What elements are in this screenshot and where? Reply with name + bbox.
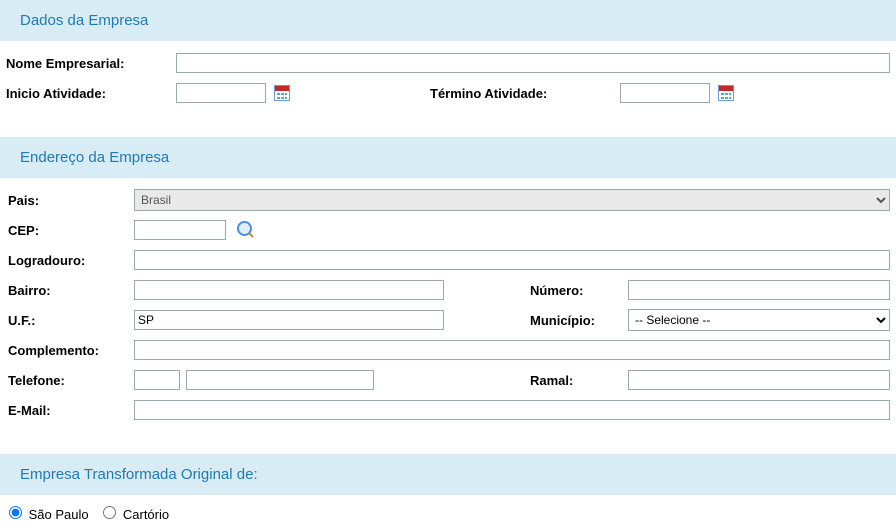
search-icon[interactable] — [236, 220, 256, 240]
section-header-endereco: Endereço da Empresa — [0, 137, 896, 178]
radio-option-sp[interactable]: São Paulo — [4, 507, 92, 522]
section-body-endereco: Pais: Brasil CEP: Logradouro: Bairro: Nú… — [0, 178, 896, 440]
radio-cartorio-label: Cartório — [123, 507, 169, 522]
label-ramal: Ramal: — [530, 373, 628, 388]
label-nome: Nome Empresarial: — [6, 56, 176, 71]
nome-input[interactable] — [176, 53, 890, 73]
logradouro-input[interactable] — [134, 250, 890, 270]
termino-input[interactable] — [620, 83, 710, 103]
label-telefone: Telefone: — [6, 373, 134, 388]
radio-option-cartorio[interactable]: Cartório — [98, 507, 169, 522]
calendar-icon[interactable] — [718, 85, 734, 101]
section-header-dados: Dados da Empresa — [0, 0, 896, 41]
label-numero: Número: — [530, 283, 628, 298]
radio-cartorio-input[interactable] — [103, 506, 116, 519]
label-municipio: Município: — [530, 313, 628, 328]
section-title: Dados da Empresa — [20, 12, 148, 29]
inicio-input[interactable] — [176, 83, 266, 103]
email-input[interactable] — [134, 400, 890, 420]
municipio-select[interactable]: -- Selecione -- — [628, 309, 890, 331]
origem-radio-group: São Paulo Cartório — [0, 495, 896, 530]
section-body-dados: Nome Empresarial: Inicio Atividade: Térm… — [0, 41, 896, 123]
radio-sp-label: São Paulo — [29, 507, 89, 522]
cep-input[interactable] — [134, 220, 226, 240]
pais-select[interactable]: Brasil — [134, 189, 890, 211]
radio-sp-input[interactable] — [9, 506, 22, 519]
telefone-num-input[interactable] — [186, 370, 374, 390]
label-email: E-Mail: — [6, 403, 134, 418]
label-complemento: Complemento: — [6, 343, 134, 358]
telefone-ddd-input[interactable] — [134, 370, 180, 390]
uf-input[interactable] — [134, 310, 444, 330]
numero-input[interactable] — [628, 280, 890, 300]
label-inicio: Inicio Atividade: — [6, 86, 176, 101]
label-cep: CEP: — [6, 223, 134, 238]
section-header-origem: Empresa Transformada Original de: — [0, 454, 896, 495]
label-termino: Término Atividade: — [430, 86, 620, 101]
label-pais: Pais: — [6, 193, 134, 208]
bairro-input[interactable] — [134, 280, 444, 300]
label-logradouro: Logradouro: — [6, 253, 134, 268]
complemento-input[interactable] — [134, 340, 890, 360]
section-title: Empresa Transformada Original de: — [20, 466, 258, 483]
label-bairro: Bairro: — [6, 283, 134, 298]
calendar-icon[interactable] — [274, 85, 290, 101]
ramal-input[interactable] — [628, 370, 890, 390]
label-uf: U.F.: — [6, 313, 134, 328]
section-title: Endereço da Empresa — [20, 149, 169, 166]
